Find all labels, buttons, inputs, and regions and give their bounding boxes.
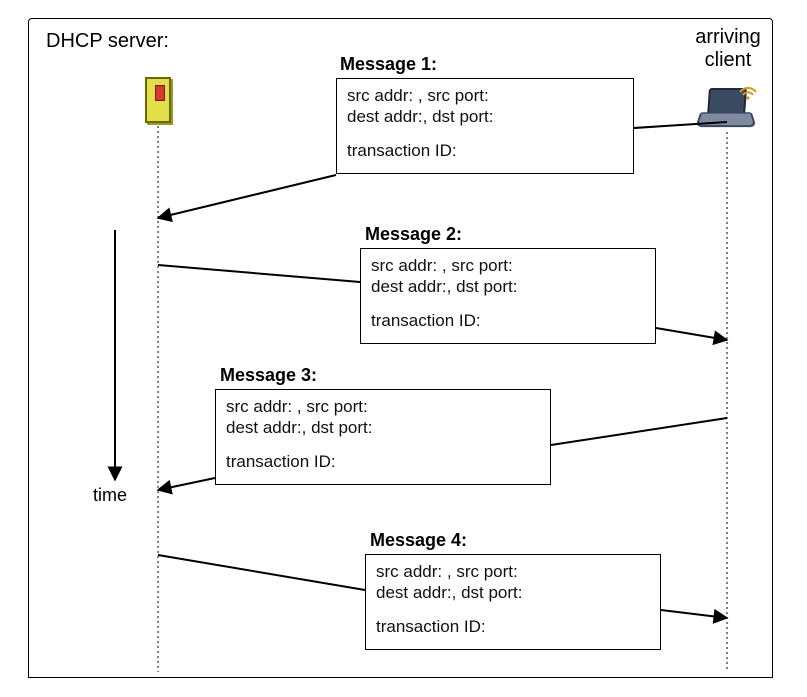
message-4-line1: src addr: , src port: xyxy=(376,561,650,582)
message-2-box: src addr: , src port: dest addr:, dst po… xyxy=(360,248,656,344)
message-3-line1: src addr: , src port: xyxy=(226,396,540,417)
message-3-title: Message 3: xyxy=(220,365,317,386)
message-1-box: src addr: , src port: dest addr:, dst po… xyxy=(336,78,634,174)
server-icon xyxy=(145,77,171,123)
message-2-line1: src addr: , src port: xyxy=(371,255,645,276)
message-2-transaction: transaction ID: xyxy=(371,310,645,331)
message-3-box: src addr: , src port: dest addr:, dst po… xyxy=(215,389,551,485)
laptop-base-icon xyxy=(695,112,756,127)
client-label: arriving client xyxy=(688,26,768,72)
server-label: DHCP server: xyxy=(46,30,169,53)
message-1-title: Message 1: xyxy=(340,54,437,75)
message-3-transaction: transaction ID: xyxy=(226,451,540,472)
wifi-icon xyxy=(736,78,760,102)
time-axis-label: time xyxy=(93,485,127,506)
message-4-box: src addr: , src port: dest addr:, dst po… xyxy=(365,554,661,650)
message-2-title: Message 2: xyxy=(365,224,462,245)
client-label-line1: arriving xyxy=(695,26,761,48)
message-3-line2: dest addr:, dst port: xyxy=(226,417,540,438)
message-2-line2: dest addr:, dst port: xyxy=(371,276,645,297)
message-4-title: Message 4: xyxy=(370,530,467,551)
message-4-line2: dest addr:, dst port: xyxy=(376,582,650,603)
message-1-line2: dest addr:, dst port: xyxy=(347,106,623,127)
laptop-icon xyxy=(698,88,756,130)
diagram-stage: DHCP server: arriving client time Messag… xyxy=(0,0,807,697)
client-label-line2: client xyxy=(705,49,752,71)
message-1-line1: src addr: , src port: xyxy=(347,85,623,106)
message-1-transaction: transaction ID: xyxy=(347,140,623,161)
server-led-icon xyxy=(155,85,165,101)
message-4-transaction: transaction ID: xyxy=(376,616,650,637)
